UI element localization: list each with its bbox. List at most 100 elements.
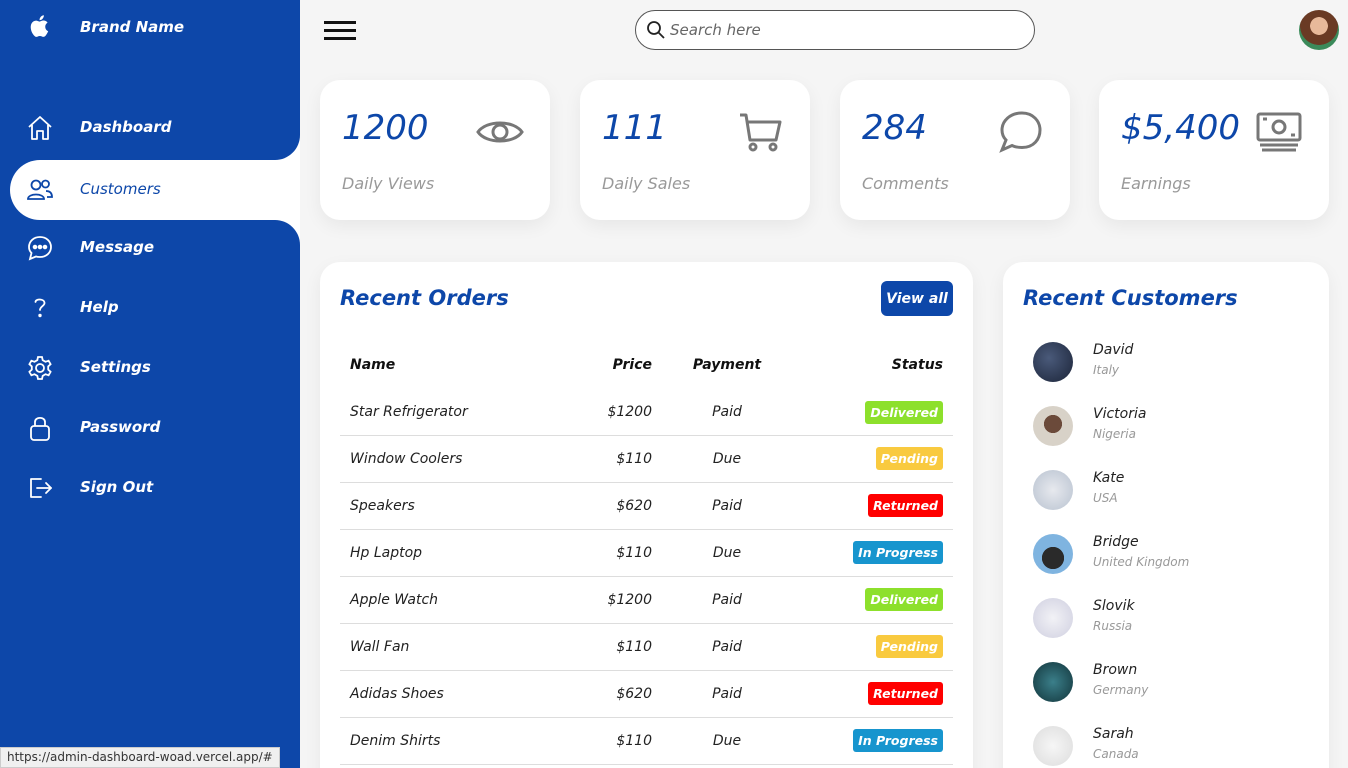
- order-status-cell: In Progress: [802, 529, 953, 577]
- order-status-cell: Pending: [802, 623, 953, 671]
- table-row[interactable]: Speakers $620 Paid Returned: [340, 482, 953, 530]
- comment-icon: [999, 111, 1042, 153]
- sidebar-item-password[interactable]: Password: [10, 398, 300, 458]
- order-price: $110: [580, 529, 652, 577]
- menu-toggle-button[interactable]: [324, 18, 356, 42]
- list-item[interactable]: Victoria Nigeria: [1033, 404, 1313, 468]
- home-icon: [28, 116, 52, 140]
- apple-icon: [30, 15, 49, 37]
- order-status-cell: Delivered: [802, 390, 953, 436]
- customer-country: Nigeria: [1093, 427, 1136, 441]
- order-payment: Paid: [652, 482, 802, 530]
- status-badge: Delivered: [865, 588, 943, 611]
- search-bar: [635, 10, 1035, 50]
- stat-card-daily-sales[interactable]: 111 Daily Sales: [580, 80, 810, 220]
- table-row[interactable]: Wall Fan $110 Paid Pending: [340, 623, 953, 671]
- sidebar-item-message[interactable]: Message: [10, 218, 300, 278]
- order-status-cell: In Progress: [802, 717, 953, 765]
- order-status-cell: Returned: [802, 670, 953, 718]
- help-icon: [34, 298, 46, 318]
- table-header-row: Name Price Payment Status: [340, 340, 953, 390]
- customer-country: USA: [1093, 491, 1118, 505]
- browser-status-url: https://admin-dashboard-woad.vercel.app/…: [0, 747, 280, 768]
- stat-value: $5,400: [1121, 108, 1240, 148]
- stat-caption: Comments: [862, 174, 949, 193]
- sidebar-item-sign-out[interactable]: Sign Out: [10, 458, 300, 518]
- gear-icon: [28, 356, 52, 380]
- lock-icon: [30, 416, 50, 441]
- column-header-status: Status: [891, 357, 943, 373]
- orders-table: Name Price Payment Status Star Refrigera…: [340, 340, 953, 765]
- view-all-button[interactable]: View all: [881, 281, 953, 316]
- table-row[interactable]: Star Refrigerator $1200 Paid Delivered: [340, 390, 953, 436]
- list-item[interactable]: Sarah Canada: [1033, 724, 1313, 768]
- column-header-price: Price: [612, 357, 652, 373]
- cart-icon: [740, 113, 782, 152]
- recent-customers-title: Recent Customers: [1023, 286, 1238, 310]
- customer-country: United Kingdom: [1093, 555, 1190, 569]
- sidebar-item-label: Message: [80, 238, 154, 256]
- order-status-cell: Delivered: [802, 576, 953, 624]
- sidebar-item-label: Settings: [80, 358, 151, 376]
- search-input[interactable]: [670, 18, 1020, 42]
- stat-card-earnings[interactable]: $5,400 Earnings: [1099, 80, 1329, 220]
- customer-country: Germany: [1093, 683, 1149, 697]
- customer-name: Brown: [1093, 662, 1138, 678]
- stat-value: 1200: [342, 108, 429, 148]
- table-row[interactable]: Hp Laptop $110 Due In Progress: [340, 529, 953, 577]
- sidebar-item-settings[interactable]: Settings: [10, 338, 300, 398]
- eye-icon: [476, 121, 524, 143]
- logout-icon: [30, 478, 52, 498]
- sidebar-item-label: Password: [80, 418, 161, 436]
- recent-customers-panel: Recent Customers David Italy Victoria Niger…: [1003, 262, 1329, 768]
- order-name: Apple Watch: [340, 576, 580, 624]
- list-item[interactable]: Kate USA: [1033, 468, 1313, 532]
- order-name: Speakers: [340, 482, 580, 530]
- customer-name: Bridge: [1093, 534, 1139, 550]
- stat-card-daily-views[interactable]: 1200 Daily Views: [320, 80, 550, 220]
- order-payment: Due: [652, 717, 802, 765]
- list-item[interactable]: Slovik Russia: [1033, 596, 1313, 660]
- status-badge: Pending: [875, 447, 943, 470]
- order-price: $620: [580, 670, 652, 718]
- customer-avatar: [1033, 598, 1073, 638]
- stat-card-comments[interactable]: 284 Comments: [840, 80, 1070, 220]
- order-price: $110: [580, 717, 652, 765]
- brand[interactable]: Brand Name: [0, 0, 300, 60]
- customer-avatar: [1033, 726, 1073, 766]
- order-price: $110: [580, 623, 652, 671]
- list-item[interactable]: Bridge United Kingdom: [1033, 532, 1313, 596]
- avatar[interactable]: [1299, 10, 1339, 50]
- order-payment: Due: [652, 529, 802, 577]
- customer-list: David Italy Victoria Nigeria Kate USA Bridge Un…: [1033, 340, 1313, 768]
- sidebar-item-label: Sign Out: [80, 478, 154, 496]
- stat-caption: Earnings: [1121, 174, 1191, 193]
- table-row[interactable]: Apple Watch $1200 Paid Delivered: [340, 576, 953, 624]
- list-item[interactable]: David Italy: [1033, 340, 1313, 404]
- column-header-name: Name: [350, 357, 396, 373]
- table-row[interactable]: Window Coolers $110 Due Pending: [340, 435, 953, 483]
- order-name: Hp Laptop: [340, 529, 580, 577]
- order-name: Adidas Shoes: [340, 670, 580, 718]
- stat-caption: Daily Views: [342, 174, 435, 193]
- customer-name: Victoria: [1093, 406, 1147, 422]
- order-name: Denim Shirts: [340, 717, 580, 765]
- table-row[interactable]: Adidas Shoes $620 Paid Returned: [340, 670, 953, 718]
- people-icon: [27, 179, 53, 200]
- sidebar-item-dashboard[interactable]: Dashboard: [10, 98, 300, 158]
- order-price: $620: [580, 482, 652, 530]
- order-payment: Due: [652, 435, 802, 483]
- list-item[interactable]: Brown Germany: [1033, 660, 1313, 724]
- cash-icon: [1256, 112, 1302, 152]
- customer-name: Slovik: [1093, 598, 1135, 614]
- status-badge: In Progress: [853, 541, 943, 564]
- order-payment: Paid: [652, 623, 802, 671]
- sidebar-item-customers[interactable]: Customers: [10, 160, 300, 220]
- status-badge: In Progress: [853, 729, 943, 752]
- sidebar-item-help[interactable]: Help: [10, 278, 300, 338]
- table-row[interactable]: Denim Shirts $110 Due In Progress: [340, 717, 953, 765]
- recent-orders-panel: Recent Orders View all Name Price Paymen…: [320, 262, 973, 768]
- sidebar-item-label: Dashboard: [80, 118, 172, 136]
- customer-name: Kate: [1093, 470, 1125, 486]
- customer-avatar: [1033, 662, 1073, 702]
